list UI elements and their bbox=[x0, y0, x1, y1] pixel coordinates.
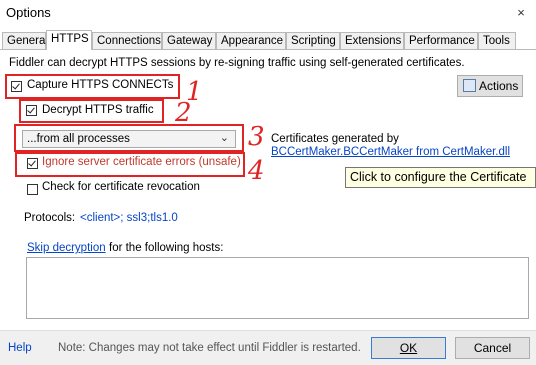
cert-generator-link[interactable]: BCCertMaker.BCCertMaker from CertMaker.d… bbox=[271, 146, 510, 158]
tab-extensions[interactable]: Extensions bbox=[340, 32, 404, 49]
revocation-label[interactable]: Check for certificate revocation bbox=[42, 181, 200, 193]
skip-decryption-link[interactable]: Skip decryption bbox=[27, 242, 106, 254]
ok-button-label: OK bbox=[399, 341, 418, 355]
tab-connections[interactable]: Connections bbox=[92, 32, 162, 49]
restart-note: Note: Changes may not take effect until … bbox=[58, 342, 361, 354]
decrypt-https-checkbox[interactable] bbox=[26, 105, 37, 116]
https-description: Fiddler can decrypt HTTPS sessions by re… bbox=[9, 57, 465, 69]
skip-hosts-textarea[interactable] bbox=[26, 257, 529, 319]
tab-appearance[interactable]: Appearance bbox=[216, 32, 286, 49]
revocation-checkbox[interactable] bbox=[27, 184, 38, 195]
certificate-icon bbox=[463, 79, 476, 92]
help-link[interactable]: Help bbox=[8, 342, 32, 354]
tab-gateway[interactable]: Gateway bbox=[162, 32, 216, 49]
window-title: Options bbox=[6, 5, 51, 20]
tab-performance[interactable]: Performance bbox=[404, 32, 478, 49]
decrypt-https-label[interactable]: Decrypt HTTPS traffic bbox=[42, 104, 154, 116]
chevron-down-icon: ⌄ bbox=[219, 132, 229, 144]
annotation-3: 3 bbox=[248, 122, 265, 152]
tab-scripting[interactable]: Scripting bbox=[286, 32, 340, 49]
certificate-tooltip: Click to configure the Certificate bbox=[345, 167, 536, 188]
close-icon[interactable]: × bbox=[514, 6, 528, 20]
process-filter-value: ...from all processes bbox=[27, 133, 130, 145]
capture-https-checkbox[interactable] bbox=[11, 81, 22, 92]
tab-general[interactable]: General bbox=[2, 32, 48, 49]
annotation-4: 4 bbox=[248, 156, 265, 186]
ok-button[interactable]: OK bbox=[371, 337, 446, 359]
annotation-2: 2 bbox=[175, 98, 192, 128]
process-filter-dropdown[interactable]: ...from all processes ⌄ bbox=[22, 130, 236, 148]
actions-button[interactable]: Actions bbox=[457, 75, 523, 97]
actions-button-label: Actions bbox=[479, 79, 519, 93]
ignore-errors-label[interactable]: Ignore server certificate errors (unsafe… bbox=[42, 156, 241, 168]
cert-generated-label: Certificates generated by bbox=[271, 133, 399, 145]
capture-https-label[interactable]: Capture HTTPS CONNECTs bbox=[27, 79, 173, 91]
protocols-label: Protocols: bbox=[24, 212, 76, 224]
protocols-link[interactable]: <client>; ssl3;tls1.0 bbox=[80, 212, 178, 224]
tab-strip: General HTTPS Connections Gateway Appear… bbox=[0, 30, 536, 50]
cancel-button[interactable]: Cancel bbox=[455, 337, 530, 359]
skip-decryption-suffix: for the following hosts: bbox=[109, 242, 224, 254]
tab-tools[interactable]: Tools bbox=[478, 32, 516, 49]
tab-https[interactable]: HTTPS bbox=[46, 30, 92, 50]
ignore-errors-checkbox[interactable] bbox=[27, 158, 38, 169]
